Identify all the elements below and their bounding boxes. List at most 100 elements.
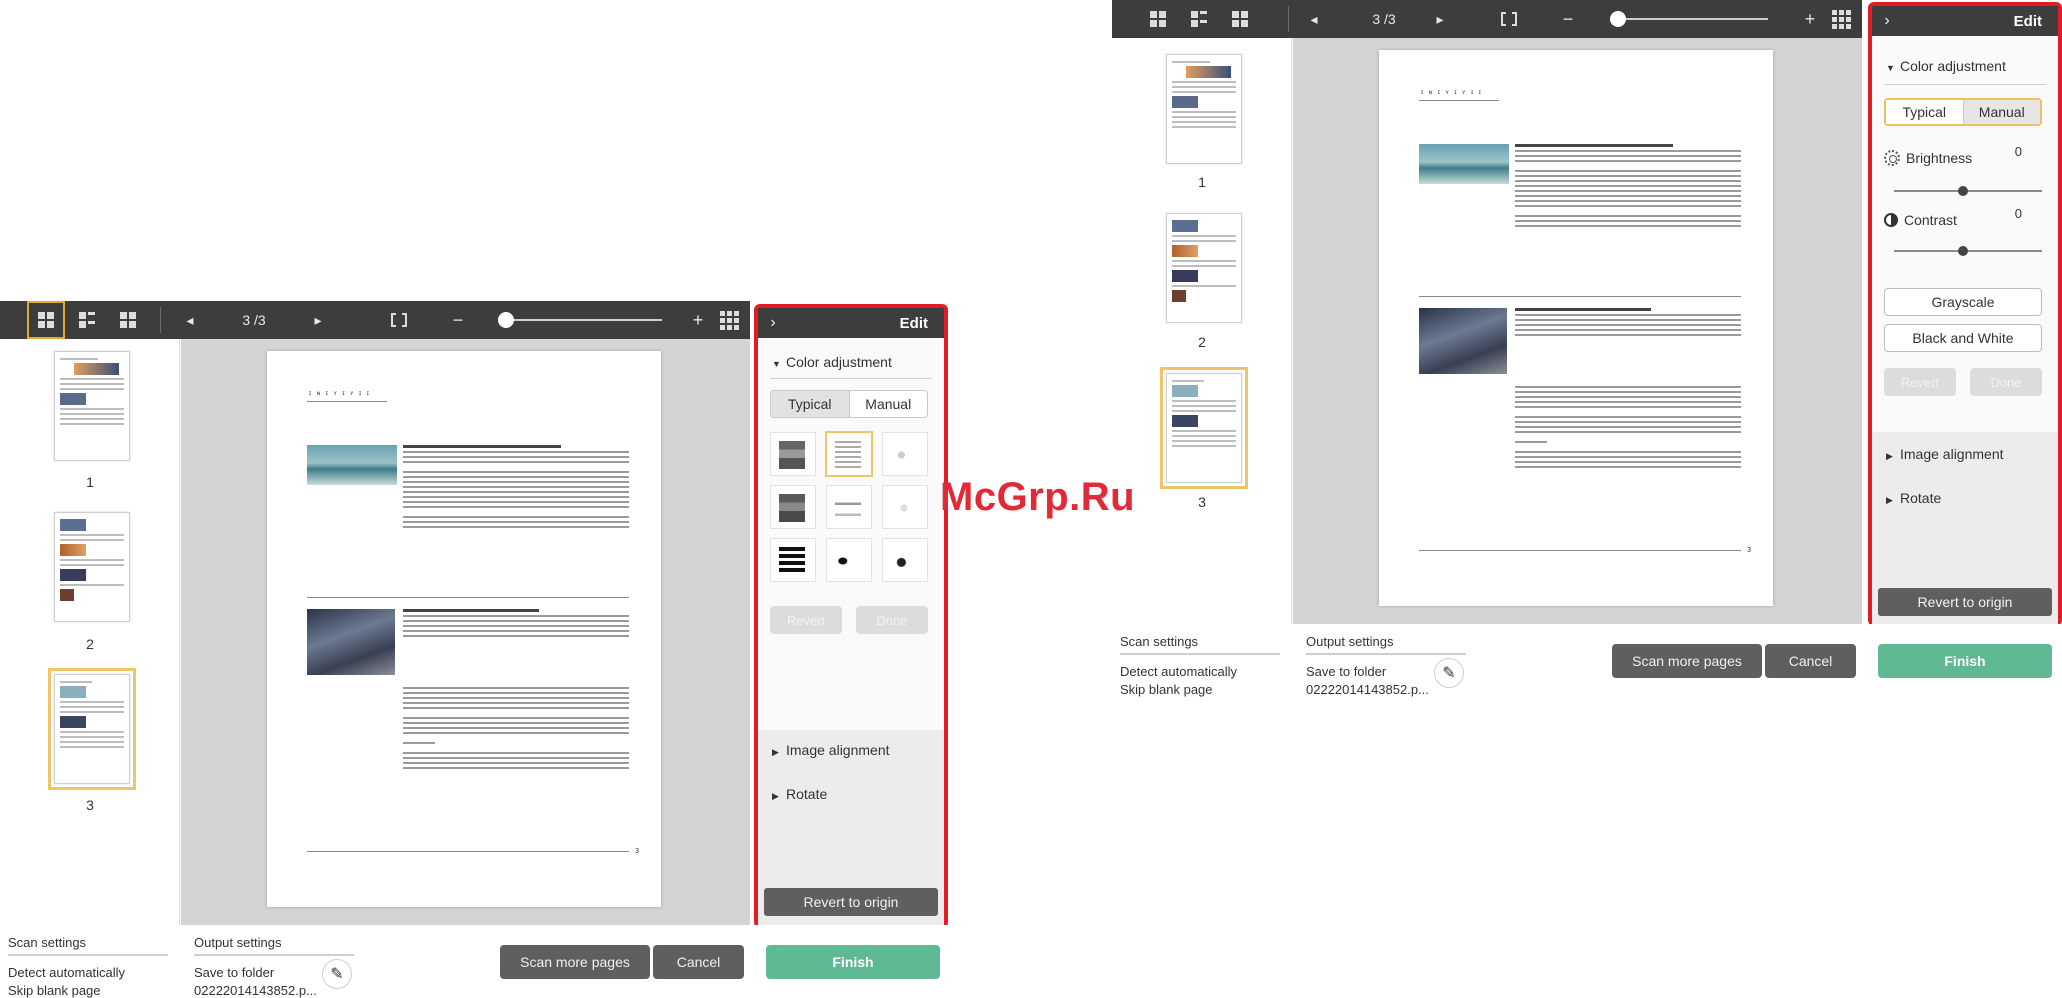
image-alignment-section[interactable]: ▶ Image alignment <box>758 742 944 758</box>
rotate-section[interactable]: ▶ Rotate <box>758 786 944 802</box>
grid-2x2-icon <box>1150 11 1166 27</box>
preset-tile[interactable] <box>826 538 872 582</box>
preset-tile[interactable] <box>770 432 816 476</box>
thumbnail-page-3[interactable] <box>1160 367 1248 489</box>
scan-settings[interactable]: Scan settings Detect automatically Skip … <box>1120 634 1280 699</box>
zoom-in-button[interactable]: + <box>1798 0 1822 38</box>
triangle-left-icon: ◂ <box>1310 10 1318 27</box>
color-adjustment-section[interactable]: ▼ Color adjustment <box>1872 58 2058 74</box>
grayscale-button[interactable]: Grayscale <box>1884 288 2042 316</box>
view-spread-button[interactable] <box>68 301 106 339</box>
preset-tile[interactable] <box>882 432 928 476</box>
finish-button[interactable]: Finish <box>1878 644 2052 678</box>
zoom-in-button[interactable]: + <box>686 301 710 339</box>
fit-page-icon <box>1501 12 1517 26</box>
mode-manual-button[interactable]: Manual <box>1962 100 2040 124</box>
black-and-white-button[interactable]: Black and White <box>1884 324 2042 352</box>
page-header-text: ɪ ɴ ɪ ʏ ɪ ʏ ɪ ɪ <box>1421 90 1483 96</box>
view-single-button[interactable] <box>1139 0 1177 38</box>
next-page-button[interactable]: ▸ <box>306 301 330 339</box>
pencil-icon: ✎ <box>1442 665 1456 682</box>
preset-tile-selected[interactable] <box>825 431 873 477</box>
color-adjustment-section[interactable]: ▼ Color adjustment <box>758 354 944 370</box>
prev-page-button[interactable]: ◂ <box>178 301 202 339</box>
thumbnail-page-3[interactable] <box>48 668 136 790</box>
triangle-down-icon: ▼ <box>1886 63 1895 73</box>
mode-typical-button[interactable]: Typical <box>1886 100 1963 124</box>
done-button[interactable]: Done <box>1970 368 2042 396</box>
brightness-label: Brightness <box>1884 150 1972 166</box>
thumbnail-grid-button[interactable] <box>714 301 744 339</box>
triangle-right-icon: ▶ <box>1886 451 1893 461</box>
preset-tile[interactable] <box>882 538 928 582</box>
view-multi-button[interactable] <box>1221 0 1259 38</box>
scan-settings[interactable]: Scan settings Detect automatically Skip … <box>8 935 168 998</box>
revert-to-origin-button[interactable]: Revert to origin <box>764 888 938 916</box>
zoom-out-button[interactable]: − <box>446 301 470 339</box>
triangle-left-icon: ◂ <box>186 311 194 328</box>
scan-more-pages-button[interactable]: Scan more pages <box>1612 644 1762 678</box>
scan-settings-line: Skip blank page <box>1120 682 1213 697</box>
thumbnail-grid-button[interactable] <box>1826 0 1856 38</box>
contrast-slider-thumb[interactable] <box>1958 246 1968 256</box>
fit-page-button[interactable] <box>382 301 416 339</box>
chevron-right-icon[interactable]: › <box>1872 12 1902 30</box>
brightness-slider-track[interactable] <box>1894 190 2042 192</box>
zoom-out-button[interactable]: − <box>1556 0 1580 38</box>
zoom-slider-track[interactable] <box>504 319 662 321</box>
bottom-bar: Scan settings Detect automatically Skip … <box>0 925 948 998</box>
typical-preset-grid <box>770 431 928 582</box>
view-single-button[interactable] <box>27 301 65 339</box>
preset-tile[interactable] <box>770 538 816 582</box>
thumbnail-page-1[interactable] <box>54 351 130 461</box>
page-text-block <box>1515 308 1741 339</box>
rotate-section[interactable]: ▶ Rotate <box>1872 490 2058 506</box>
page-preview-area[interactable]: ɪ ɴ ɪ ʏ ɪ ʏ ɪ ɪ 3 <box>1293 38 1862 624</box>
brightness-slider-thumb[interactable] <box>1958 186 1968 196</box>
scan-more-pages-button[interactable]: Scan more pages <box>500 945 650 979</box>
brightness-value: 0 <box>2014 144 2022 159</box>
zoom-slider-thumb[interactable] <box>1610 11 1626 27</box>
scan-settings-line: Detect automatically <box>8 965 126 980</box>
edit-panel-title: Edit <box>2013 12 2042 30</box>
revert-button[interactable]: Revert <box>1884 368 1956 396</box>
finish-button[interactable]: Finish <box>766 945 940 979</box>
brightness-text: Brightness <box>1906 150 1973 166</box>
view-multi-button[interactable] <box>109 301 147 339</box>
cancel-button[interactable]: Cancel <box>1765 644 1856 678</box>
page-rule <box>307 597 629 598</box>
preset-tile[interactable] <box>882 485 928 529</box>
next-page-button[interactable]: ▸ <box>1428 0 1452 38</box>
prev-page-button[interactable]: ◂ <box>1302 0 1326 38</box>
revert-button[interactable]: Revert <box>770 606 842 634</box>
page-text-block <box>403 609 629 640</box>
thumbnail-page-2[interactable] <box>54 512 130 622</box>
image-alignment-label: Image alignment <box>786 742 890 758</box>
view-spread-button[interactable] <box>1180 0 1218 38</box>
contrast-text: Contrast <box>1904 212 1957 228</box>
rotate-label: Rotate <box>1900 490 1942 506</box>
thumbnail-page-1[interactable] <box>1166 54 1242 164</box>
mode-typical-button[interactable]: Typical <box>771 391 849 417</box>
cancel-button[interactable]: Cancel <box>653 945 744 979</box>
contrast-slider-track[interactable] <box>1894 250 2042 252</box>
collapsed-sections-band <box>1872 432 2058 652</box>
mode-manual-button[interactable]: Manual <box>848 391 928 417</box>
thumbnail-page-2[interactable] <box>1166 213 1242 323</box>
revert-to-origin-button[interactable]: Revert to origin <box>1878 588 2052 616</box>
preset-tile[interactable] <box>826 485 872 529</box>
thumbnail-number: 1 <box>86 474 94 490</box>
edit-output-button[interactable]: ✎ <box>322 959 352 989</box>
zoom-slider-thumb[interactable] <box>498 312 514 328</box>
chevron-right-icon[interactable]: › <box>758 314 788 332</box>
done-button[interactable]: Done <box>856 606 928 634</box>
triangle-down-icon: ▼ <box>772 359 781 369</box>
thumbnail-panel: 1 2 3 <box>1112 38 1292 624</box>
zoom-slider-track[interactable] <box>1618 18 1768 20</box>
page-number: 3 <box>635 848 639 855</box>
fit-page-button[interactable] <box>1492 0 1526 38</box>
edit-output-button[interactable]: ✎ <box>1434 658 1464 688</box>
image-alignment-section[interactable]: ▶ Image alignment <box>1872 446 2058 462</box>
page-preview-area[interactable]: ɪ ɴ ɪ ʏ ɪ ʏ ɪ ɪ 3 <box>181 339 750 925</box>
preset-tile[interactable] <box>770 485 816 529</box>
